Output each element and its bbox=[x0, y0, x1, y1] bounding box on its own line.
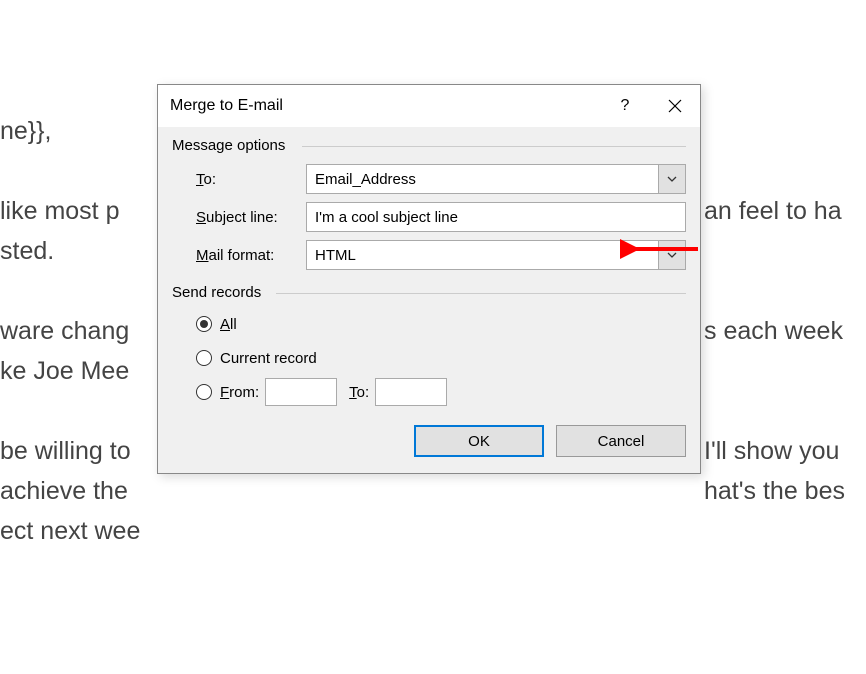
message-options-label: Message options bbox=[172, 137, 686, 154]
to-label: To: bbox=[196, 171, 306, 188]
titlebar: Merge to E-mail ? bbox=[158, 85, 700, 127]
mail-format-value: HTML bbox=[306, 240, 658, 270]
radio-from-row[interactable]: From: To: bbox=[196, 379, 686, 405]
to-dropdown-arrow[interactable] bbox=[658, 164, 686, 194]
bg-line: ne}}, bbox=[0, 112, 51, 151]
to-range-input[interactable] bbox=[375, 378, 447, 406]
bg-line: s each week bbox=[704, 312, 843, 351]
mail-format-combobox[interactable]: HTML bbox=[306, 240, 686, 270]
help-button[interactable]: ? bbox=[600, 85, 650, 127]
radio-from[interactable] bbox=[196, 384, 212, 400]
bg-line: be willing to bbox=[0, 432, 131, 471]
to-range-label: To: bbox=[349, 384, 369, 401]
subject-row: Subject line: bbox=[196, 202, 686, 232]
bg-line: an feel to ha bbox=[704, 192, 842, 231]
to-combobox[interactable]: Email_Address bbox=[306, 164, 686, 194]
mail-format-label: Mail format: bbox=[196, 247, 306, 264]
bg-line: sted. bbox=[0, 232, 54, 271]
bg-line: ware chang bbox=[0, 312, 129, 351]
bg-line: ke Joe Mee bbox=[0, 352, 129, 391]
cancel-button[interactable]: Cancel bbox=[556, 425, 686, 457]
send-records-label: Send records bbox=[172, 284, 686, 301]
bg-line: I'll show you bbox=[704, 432, 839, 471]
radio-all-label: All bbox=[220, 316, 237, 333]
chevron-down-icon bbox=[667, 252, 677, 258]
to-row: To: Email_Address bbox=[196, 164, 686, 194]
from-input[interactable] bbox=[265, 378, 337, 406]
radio-current-row[interactable]: Current record bbox=[196, 345, 686, 371]
bg-line: achieve the bbox=[0, 472, 128, 511]
bg-line: hat's the bes bbox=[704, 472, 845, 511]
radio-all[interactable] bbox=[196, 316, 212, 332]
bg-line: like most p bbox=[0, 192, 119, 231]
to-value: Email_Address bbox=[306, 164, 658, 194]
close-button[interactable] bbox=[650, 85, 700, 127]
mail-format-row: Mail format: HTML bbox=[196, 240, 686, 270]
subject-label: Subject line: bbox=[196, 209, 306, 226]
radio-current-label: Current record bbox=[220, 350, 317, 367]
radio-from-label: From: bbox=[220, 384, 259, 401]
radio-current[interactable] bbox=[196, 350, 212, 366]
mail-format-dropdown-arrow[interactable] bbox=[658, 240, 686, 270]
bg-line: ect next wee bbox=[0, 512, 140, 551]
merge-to-email-dialog: Merge to E-mail ? Message options To: Em… bbox=[157, 84, 701, 474]
subject-input[interactable] bbox=[306, 202, 686, 232]
chevron-down-icon bbox=[667, 176, 677, 182]
radio-all-row[interactable]: All bbox=[196, 311, 686, 337]
dialog-title: Merge to E-mail bbox=[170, 97, 600, 115]
close-icon bbox=[668, 99, 682, 113]
ok-button[interactable]: OK bbox=[414, 425, 544, 457]
